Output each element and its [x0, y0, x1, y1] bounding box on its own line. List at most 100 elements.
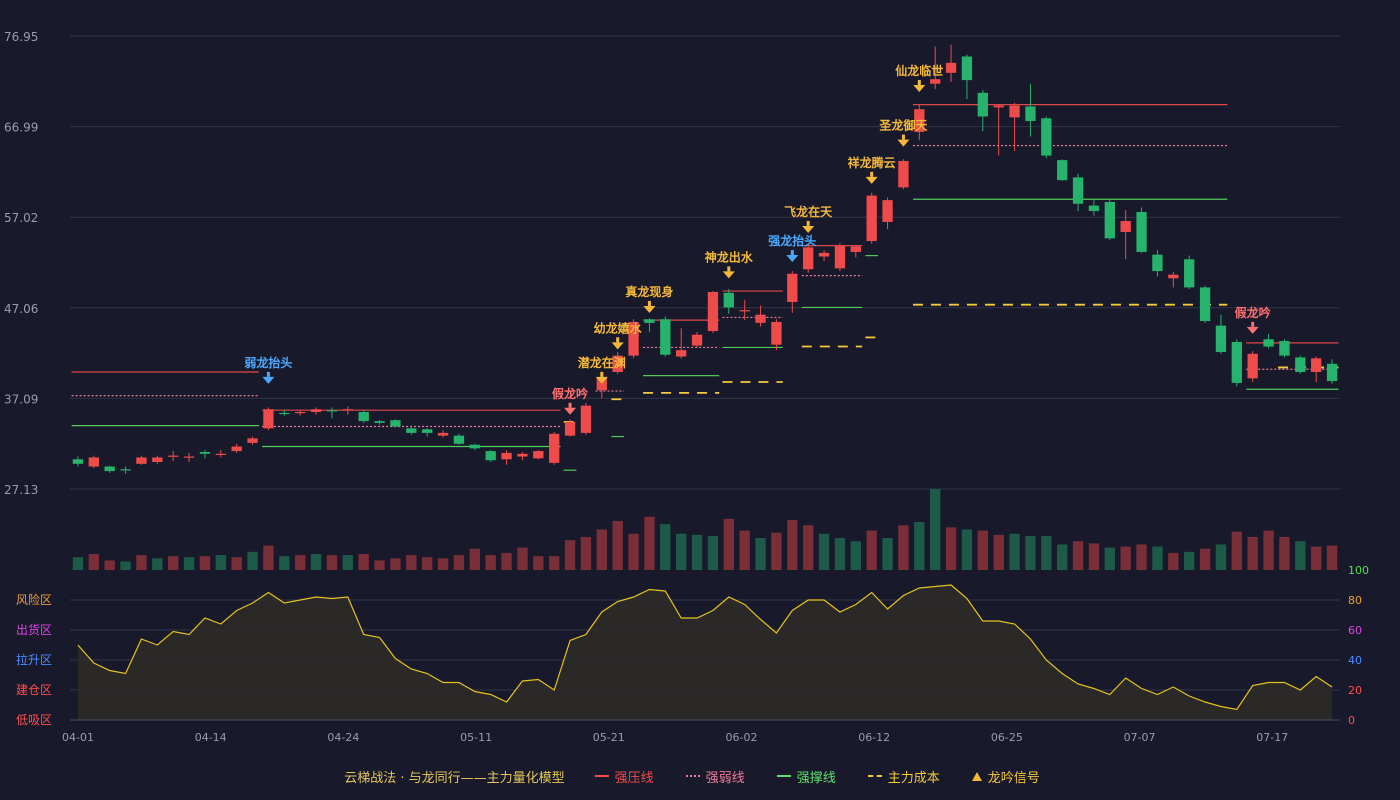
signal-arrow-icon: [722, 271, 735, 279]
candle-body: [787, 273, 798, 302]
candle-body: [1120, 221, 1131, 232]
candle-body: [1088, 205, 1100, 212]
candle-body: [517, 453, 528, 457]
dragon-signals: 弱龙抬头假龙吟潜龙在渊幼龙嬉水真龙现身神龙出水强龙抬头飞龙在天祥龙腾云圣龙御天仙…: [244, 63, 1271, 415]
volume-bar: [898, 525, 909, 570]
volume-bar: [1072, 541, 1084, 570]
volume-bar: [469, 548, 480, 570]
legend-item-weak[interactable]: 强弱线: [685, 767, 745, 786]
volume-bar: [501, 552, 512, 570]
candle-body: [390, 420, 401, 427]
candle-body: [199, 451, 211, 454]
candle-body: [834, 245, 846, 269]
volume-bar: [533, 556, 544, 570]
zone-label: 低吸区: [16, 713, 52, 727]
volume-bar: [437, 558, 449, 570]
volume-bar: [660, 524, 671, 570]
volume-bar: [961, 529, 973, 570]
volume-bar: [993, 534, 1004, 570]
volume-bar: [374, 560, 385, 570]
volume-bar: [453, 555, 465, 570]
x-tick-label: 05-11: [460, 731, 492, 744]
volume-bar: [1136, 544, 1147, 570]
candle-body: [168, 455, 179, 457]
candle-body: [406, 428, 417, 433]
signal-arrow-stem: [616, 337, 620, 343]
candle-body: [1072, 177, 1084, 204]
volume-bar: [723, 518, 734, 570]
volume-bar: [628, 533, 639, 570]
candle-body: [803, 247, 814, 270]
signal-arrow-icon: [786, 255, 799, 263]
y-tick-label: 66.99: [4, 121, 38, 135]
legend-item-cost[interactable]: 主力成本: [867, 767, 940, 786]
volume-bar: [691, 534, 703, 570]
signal-arrow-stem: [870, 171, 874, 177]
candle-body: [231, 446, 242, 452]
zone-label: 风险区: [16, 592, 52, 607]
signal-arrow-stem: [917, 80, 921, 86]
signal-label: 幼龙嬉水: [594, 320, 643, 335]
signal-arrow-stem: [806, 220, 810, 226]
volume-bar: [390, 558, 401, 570]
y-tick-label: 47.06: [4, 302, 38, 316]
volume-bar: [1199, 548, 1211, 570]
candle-body: [660, 319, 671, 355]
candle-body: [104, 466, 115, 472]
volume-bar: [215, 555, 226, 570]
volume-bar: [88, 554, 99, 570]
volume-bar: [342, 555, 353, 570]
x-tick-label: 06-25: [991, 731, 1023, 744]
volume-bar: [152, 558, 163, 570]
candle-body: [279, 412, 290, 415]
signal-label: 祥龙腾云: [848, 155, 896, 170]
volume-bar: [644, 516, 655, 570]
candle-body: [1184, 259, 1195, 288]
candle-body: [72, 459, 84, 464]
volume-bar: [72, 557, 84, 570]
legend-title: 云梯战法 · 与龙同行——主力量化模型: [344, 770, 565, 786]
legend-item-support[interactable]: 强撑线: [776, 767, 836, 786]
volume-bar: [707, 535, 719, 570]
chart-canvas: 76.9566.9957.0247.0637.0927.13 弱龙抬头假龙吟潜龙…: [4, 30, 1369, 744]
x-tick-label: 04-14: [195, 731, 227, 744]
volume-bar: [279, 556, 290, 570]
legend-label-press: 强压线: [614, 770, 654, 786]
volume-bar: [168, 556, 179, 570]
candle-body: [1041, 118, 1052, 156]
volume-bar: [1168, 552, 1179, 570]
indicator-y-tick-label: 20: [1348, 684, 1362, 697]
legend-item-press[interactable]: 强压线: [594, 767, 654, 786]
indicator-y-tick-label: 80: [1348, 594, 1362, 607]
volume-bar: [1279, 536, 1290, 570]
volume-bar: [263, 545, 274, 570]
x-tick-label: 05-21: [593, 731, 625, 744]
candle-body: [326, 410, 338, 412]
signal-label: 神龙出水: [705, 249, 754, 264]
candle-body: [1136, 211, 1147, 252]
legend: 云梯战法 · 与龙同行——主力量化模型 强压线 强弱线 强撑线 主力成本 龙吟信…: [0, 764, 1400, 788]
legend-item-signal[interactable]: 龙吟信号: [971, 767, 1040, 786]
x-tick-label: 07-17: [1256, 731, 1288, 744]
volume-bar: [120, 561, 131, 570]
signal-arrow-stem: [647, 300, 651, 306]
candle-body: [136, 457, 147, 464]
candle-body: [945, 62, 957, 73]
signal-arrow-icon: [643, 305, 656, 313]
x-tick-label: 06-02: [726, 731, 758, 744]
signal-arrow-icon: [1246, 326, 1259, 334]
candle-body: [1295, 357, 1306, 372]
candle-body: [1215, 325, 1227, 352]
indicator-area: [77, 585, 1333, 720]
signal-arrow-icon: [865, 176, 878, 184]
legend-swatch-weak: [685, 775, 700, 777]
candle-body: [533, 451, 544, 459]
indicator-y-tick-label: 40: [1348, 654, 1362, 667]
candle-body: [977, 92, 988, 117]
volume-bar: [1295, 541, 1306, 570]
volume-bar: [422, 557, 433, 570]
volume-bar: [406, 555, 417, 570]
candle-body: [215, 453, 226, 456]
candle-body: [1199, 287, 1211, 322]
signal-label: 圣龙御天: [878, 118, 928, 133]
